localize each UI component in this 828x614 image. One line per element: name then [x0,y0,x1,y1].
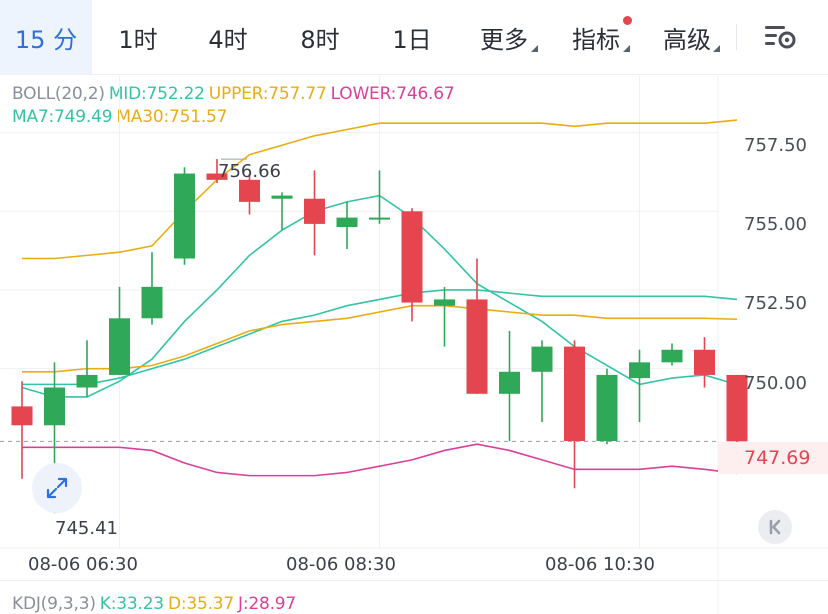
x-tick-label: 08-06 06:30 [28,554,138,575]
candlestick-chart[interactable] [0,0,828,614]
candle-body [401,211,423,303]
fullscreen-button[interactable] [32,463,82,513]
candle-body [304,198,325,224]
candle [11,381,33,479]
candle [174,167,195,265]
candle-body [369,217,390,220]
candle [596,368,618,445]
candle-body [239,179,260,202]
k-chevron-icon [769,519,781,535]
candle-body [596,374,618,442]
candle-body [434,299,455,306]
candle [694,337,715,388]
candle [336,201,358,250]
candle [661,343,683,366]
kdj-j: J:28.97 [238,594,297,614]
candle-body [141,286,163,319]
x-tick-label: 08-06 10:30 [545,554,655,575]
candle-body [564,346,585,442]
candle-body [174,173,195,259]
kdj-d: D:35.37 [167,594,235,614]
last-price: 747.69 [744,447,811,469]
candle [499,330,520,442]
candle-body [499,371,520,394]
candle-body [661,349,683,363]
candle-body [76,374,98,388]
candle [629,349,650,423]
kdj-name: KDJ(9,3,3) [12,594,96,614]
last-price-tag: 747.69 [718,442,828,474]
candle-body [44,387,65,426]
candle [466,258,488,394]
expand-arrows-icon [46,477,68,499]
candle [434,286,455,347]
candle [304,170,325,256]
candle [141,252,163,325]
kdj-k: K:33.23 [99,594,164,614]
scroll-to-latest-button[interactable] [758,510,792,544]
candle-body [109,318,130,375]
candle-body [11,406,33,426]
y-tick-label: 752.50 [744,293,807,314]
candle [109,286,130,375]
candle [564,340,585,489]
panel-separator [0,580,828,581]
candle-body [466,299,488,394]
candle [531,340,553,423]
candle-body [271,195,293,199]
y-tick-label: 757.50 [744,135,807,156]
x-tick-label: 08-06 08:30 [286,554,396,575]
y-tick-label: 755.00 [744,214,807,235]
candle-body [336,217,358,228]
candle-body [531,346,553,372]
candle [401,208,423,322]
y-tick-label: 750.00 [744,373,807,394]
candle-body [694,349,715,375]
candle-body [629,362,650,379]
kdj-legend: KDJ(9,3,3) K:33.23 D:35.37 J:28.97 [12,594,300,614]
low-price-label: 745.41 [55,518,118,539]
high-price-label: 756.66 [218,161,281,182]
